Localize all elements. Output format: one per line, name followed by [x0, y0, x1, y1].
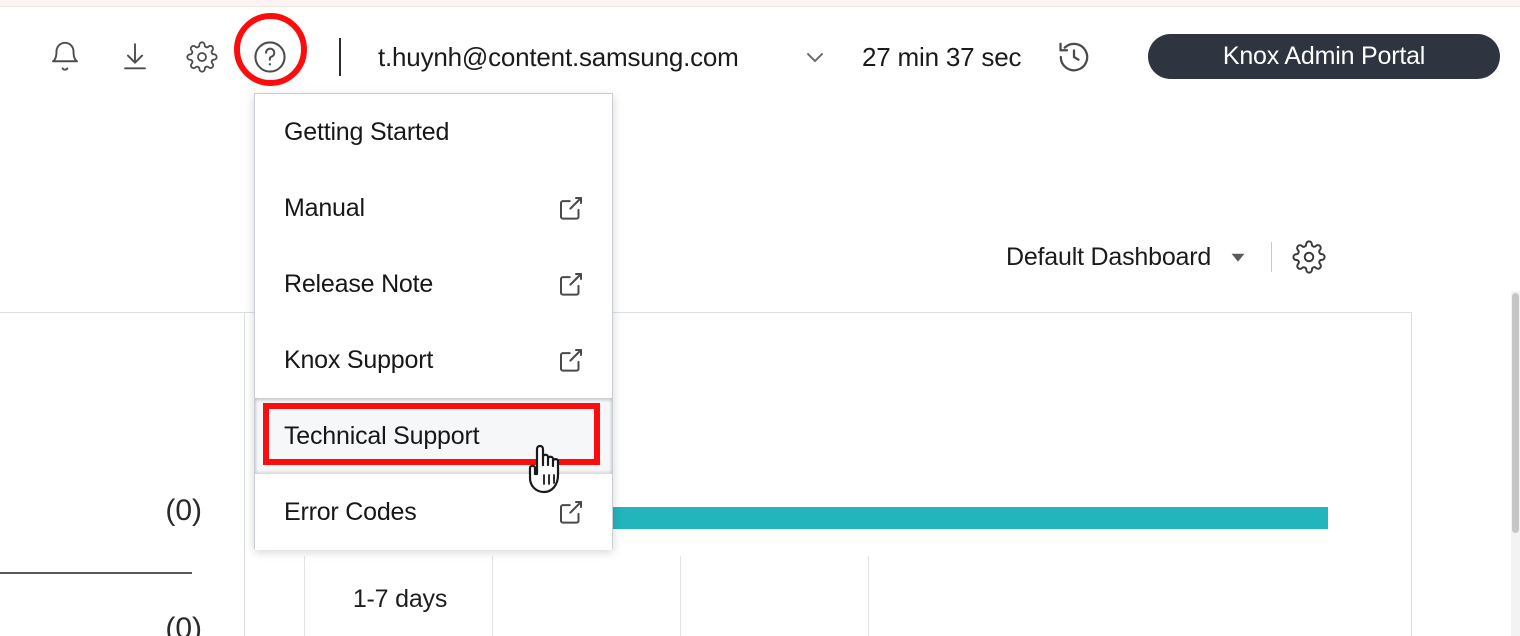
user-email-label[interactable]: t.huynh@content.samsung.com [378, 38, 739, 76]
help-icon[interactable] [251, 38, 289, 76]
menu-item-getting-started[interactable]: Getting Started [255, 94, 612, 170]
chart-gridline [492, 556, 493, 636]
session-timer-label: 27 min 37 sec [862, 41, 1022, 72]
menu-item-technical-support[interactable]: Technical Support [255, 398, 612, 474]
chart-gridline [680, 556, 681, 636]
summary-card [0, 312, 245, 636]
toolbar-divider [1271, 242, 1273, 272]
chart-tick-label: 1-7 days [352, 585, 448, 613]
notifications-icon[interactable] [46, 38, 84, 76]
menu-item-label: Getting Started [284, 117, 450, 146]
menu-item-label: Knox Support [284, 345, 434, 374]
knox-admin-portal-button[interactable]: Knox Admin Portal [1148, 34, 1500, 79]
page-scrollbar-thumb[interactable] [1512, 293, 1519, 533]
caret-down-icon[interactable] [1227, 246, 1249, 268]
menu-item-manual[interactable]: Manual [255, 170, 612, 246]
global-header: t.huynh@content.samsung.com 27 min 37 se… [0, 7, 1520, 91]
history-clock-icon[interactable] [1056, 39, 1092, 75]
dashboard-toolbar: Default Dashboard [1006, 238, 1326, 276]
external-link-icon [556, 345, 586, 375]
chart-bar[interactable] [613, 507, 1328, 529]
summary-divider [0, 572, 192, 574]
external-link-icon [556, 269, 586, 299]
menu-item-error-codes[interactable]: Error Codes [255, 474, 612, 550]
top-accent-strip [0, 0, 1520, 7]
chart-gridline [304, 556, 305, 636]
menu-item-label: Release Note [284, 269, 434, 298]
help-dropdown-menu: Getting Started Manual Release Note Knox… [254, 93, 613, 550]
dashboard-selector-label[interactable]: Default Dashboard [1006, 243, 1211, 272]
menu-item-label: Error Codes [284, 497, 417, 526]
external-link-icon [556, 193, 586, 223]
menu-item-release-note[interactable]: Release Note [255, 246, 612, 322]
download-icon[interactable] [116, 38, 154, 76]
chevron-down-icon[interactable] [800, 43, 830, 71]
app-root: t.huynh@content.samsung.com 27 min 37 se… [0, 0, 1520, 636]
chart-gridline [868, 556, 869, 636]
menu-item-label: Manual [284, 193, 365, 222]
menu-item-knox-support[interactable]: Knox Support [255, 322, 612, 398]
summary-count-bottom: (0) [165, 612, 202, 636]
summary-count-top: (0) [165, 494, 202, 527]
gear-icon[interactable] [1292, 240, 1326, 274]
header-divider [339, 38, 341, 76]
settings-gear-icon[interactable] [183, 38, 221, 76]
external-link-icon [556, 497, 586, 527]
menu-item-label: Technical Support [284, 421, 480, 450]
